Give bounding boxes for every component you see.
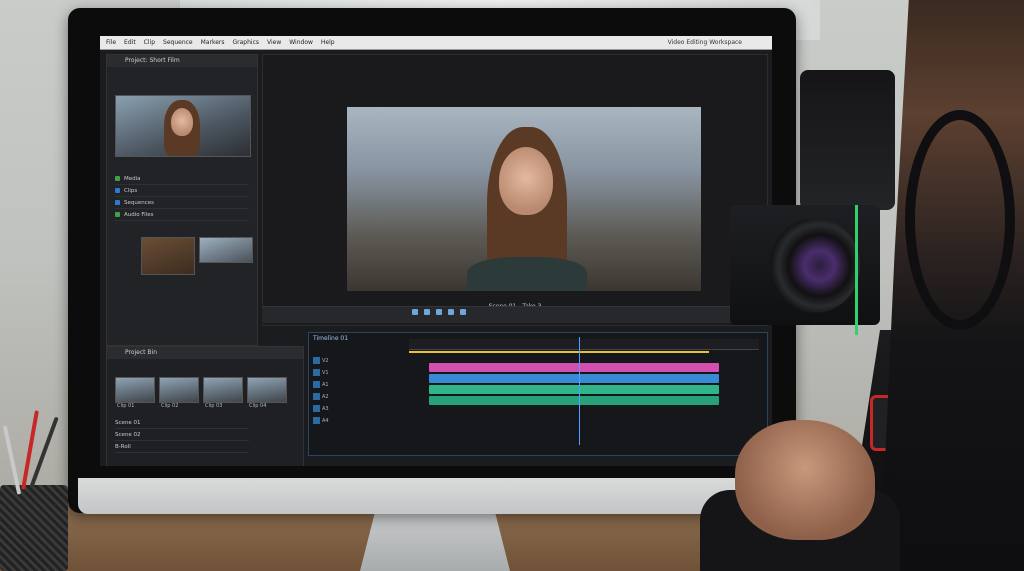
work-area-bar[interactable] [409,351,709,353]
folder-icon [115,188,120,193]
step-back-icon[interactable] [424,309,430,315]
bin-label: Clip 04 [249,403,267,409]
menu-clip[interactable]: Clip [144,39,155,46]
list-item[interactable]: Scene 01 [115,419,249,429]
lock-icon[interactable] [313,369,320,376]
menu-markers[interactable]: Markers [201,39,225,46]
play-icon[interactable] [436,309,442,315]
folder-icon [115,212,120,217]
timeline-panel: Timeline 01 V2 V1 A1 A2 A3 A4 [308,332,768,456]
monitor-chin [78,478,786,514]
menu-help[interactable]: Help [321,39,335,46]
headphones [905,110,1015,330]
folder-icon [115,176,120,181]
lock-icon[interactable] [313,393,320,400]
project-bin: Project Bin Clip 01 Clip 02 Clip 03 Clip… [106,346,304,466]
pencil [2,425,22,495]
menu-sequence[interactable]: Sequence [163,39,193,46]
audio-clip[interactable] [429,396,719,405]
bin-label: Clip 03 [205,403,223,409]
monitor-screen: File Edit Clip Sequence Markers Graphics… [100,36,772,466]
menu-graphics[interactable]: Graphics [233,39,260,46]
transport-controls [262,306,766,323]
track-header[interactable]: A3 [313,405,403,414]
bin-label: Clip 02 [161,403,179,409]
lock-icon[interactable] [313,417,320,424]
camera-lens [770,218,860,313]
lock-icon[interactable] [313,357,320,364]
clip-thumbnail[interactable] [199,237,253,263]
source-panel: Project: Short Film Media Clips Sequence… [106,54,258,346]
list-item[interactable]: Media [115,175,249,185]
source-thumbnail[interactable] [115,95,251,157]
hand [735,420,875,540]
bin-header: Project Bin [107,347,303,359]
monitor-stand [360,512,510,571]
list-item[interactable]: Audio Files [115,211,249,221]
menu-edit[interactable]: Edit [124,39,136,46]
shoulders [467,257,587,291]
track-header[interactable]: A4 [313,417,403,426]
bin-thumbnail[interactable] [115,377,155,403]
track-header[interactable]: A2 [313,393,403,402]
app-title: Video Editing Workspace [667,39,742,46]
timeline-header: Timeline 01 [313,335,349,342]
audio-clip[interactable] [429,385,719,394]
source-panel-header: Project: Short Film [107,55,257,67]
folder-icon [115,200,120,205]
list-item[interactable]: Sequences [115,199,249,209]
rewind-icon[interactable] [412,309,418,315]
track-header[interactable]: V1 [313,369,403,378]
video-clip[interactable] [429,374,719,383]
menu-view[interactable]: View [267,39,281,46]
program-video-frame[interactable] [347,107,701,291]
camera-top-handle [800,70,895,210]
step-forward-icon[interactable] [448,309,454,315]
timeline-ruler[interactable] [409,339,759,350]
video-clip[interactable] [429,363,719,372]
program-monitor: Scene 01 - Take 3 [262,54,768,326]
bin-label: Clip 01 [117,403,135,409]
list-item[interactable]: Scene 02 [115,431,249,441]
track-header[interactable]: A1 [313,381,403,390]
pencil-cup [0,410,68,571]
list-item[interactable]: Clips [115,187,249,197]
lock-icon[interactable] [313,405,320,412]
bin-thumbnail[interactable] [247,377,287,403]
clip-thumbnail[interactable] [141,237,195,275]
bin-thumbnail[interactable] [159,377,199,403]
fast-forward-icon[interactable] [460,309,466,315]
camera-cable [855,205,858,335]
lock-icon[interactable] [313,381,320,388]
bin-thumbnail[interactable] [203,377,243,403]
menu-bar: File Edit Clip Sequence Markers Graphics… [100,36,772,50]
playhead[interactable] [579,337,580,445]
menu-file[interactable]: File [106,39,116,46]
menu-window[interactable]: Window [289,39,313,46]
track-header[interactable]: V2 [313,357,403,366]
list-item[interactable]: B-Roll [115,443,249,453]
